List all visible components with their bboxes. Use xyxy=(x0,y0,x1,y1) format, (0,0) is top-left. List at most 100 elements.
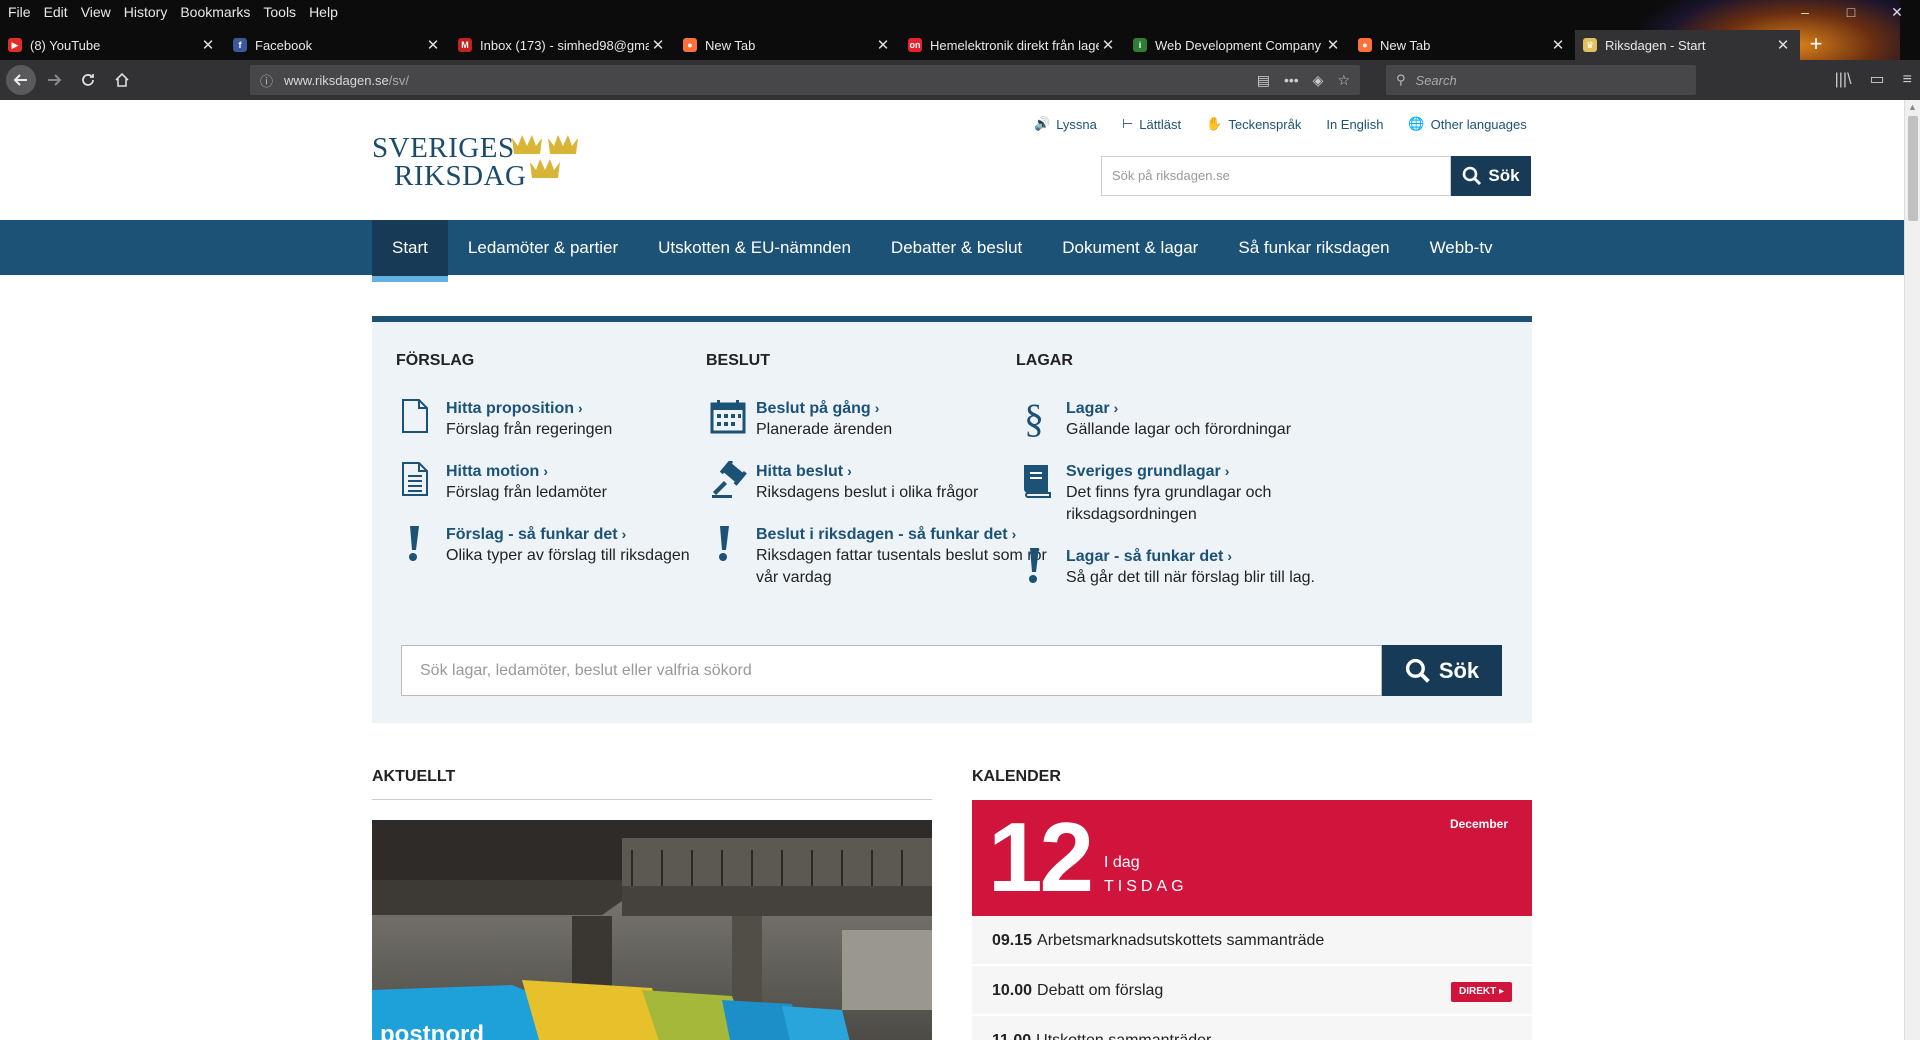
quick-link[interactable]: Sveriges grundlagar › xyxy=(1066,461,1376,482)
browser-tab[interactable]: ▶ (8) YouTube ✕ xyxy=(0,30,225,60)
quick-link-entry[interactable]: Beslut i riksdagen - så funkar det › Riksd… xyxy=(706,524,1066,589)
tab-strip: ▶ (8) YouTube ✕ f Facebook ✕ M Inbox (173) - si… xyxy=(0,30,1920,60)
event-title: Debatt om förslag xyxy=(1037,982,1164,999)
bookmark-star-icon[interactable]: ☆ xyxy=(1337,72,1350,89)
scrollbar-thumb[interactable] xyxy=(1908,116,1918,221)
menu-file[interactable]: File xyxy=(8,4,31,20)
nav-item[interactable]: Debatter & beslut xyxy=(871,220,1042,275)
tab-title: Hemelektronik direkt från lager xyxy=(930,37,1099,53)
pocket-icon[interactable]: ◈ xyxy=(1313,72,1324,89)
forward-button[interactable] xyxy=(38,64,70,96)
utility-link[interactable]: 🔊 Lyssna xyxy=(1034,116,1097,132)
scroll-up-arrow-icon[interactable]: ▲ xyxy=(1908,102,1917,112)
main-search-button[interactable]: Sök xyxy=(1382,645,1502,696)
page-scrollbar[interactable]: ▲ xyxy=(1904,100,1920,1040)
sidebar-icon[interactable]: ▭ xyxy=(1870,65,1885,95)
quick-link[interactable]: Lagar › xyxy=(1066,398,1376,419)
calendar-event[interactable]: 11.00 Utskotten sammanträder xyxy=(972,1016,1532,1040)
book-icon xyxy=(1020,461,1054,505)
utility-link[interactable]: In English xyxy=(1326,116,1383,132)
header-search-input[interactable]: Sök på riksdagen.se xyxy=(1101,156,1451,196)
tab-close-icon[interactable]: ✕ xyxy=(1099,36,1117,54)
quick-link-entry[interactable]: Hitta proposition › Förslag från regeringe… xyxy=(396,398,756,441)
forward-arrow-icon xyxy=(48,74,62,86)
nav-item[interactable]: Start xyxy=(372,220,448,282)
utility-link[interactable]: 🌐 Other languages xyxy=(1408,116,1526,132)
home-button[interactable] xyxy=(106,64,138,96)
tab-close-icon[interactable]: ✕ xyxy=(649,36,667,54)
browser-tab[interactable]: i Web Development Company - ✕ xyxy=(1125,30,1350,60)
menu-help[interactable]: Help xyxy=(309,4,338,20)
quick-link-entry[interactable]: Förslag - så funkar det › Olika typer av f… xyxy=(396,524,756,567)
close-window-button[interactable]: ✕ xyxy=(1874,0,1920,24)
utility-link-label: Other languages xyxy=(1430,116,1527,132)
page-actions-icon[interactable]: ••• xyxy=(1284,72,1299,89)
tab-favicon-icon: ♛ xyxy=(1583,38,1597,52)
url-bar[interactable]: ⓘ www.riksdagen.se/sv/ ▤ ••• ◈ ☆ xyxy=(250,65,1360,95)
utility-link-icon: 🌐 xyxy=(1408,116,1425,131)
maximize-button[interactable]: □ xyxy=(1828,0,1874,24)
back-button[interactable] xyxy=(6,65,36,95)
calendar-event[interactable]: 09.15 Arbetsmarknadsutskottets sammanträd… xyxy=(972,916,1532,965)
tab-close-icon[interactable]: ✕ xyxy=(424,36,442,54)
main-search-label: Sök xyxy=(1438,657,1480,683)
quick-link-entry[interactable]: § Lagar › Gällande lagar och förordningar xyxy=(1016,396,1376,441)
menu-history[interactable]: History xyxy=(124,4,168,20)
site-info-icon[interactable]: ⓘ xyxy=(260,71,284,90)
browser-tab[interactable]: ♛ Riksdagen - Start ✕ xyxy=(1575,30,1800,60)
window-controls: – □ ✕ xyxy=(1782,0,1920,24)
browser-tab[interactable]: f Facebook ✕ xyxy=(225,30,450,60)
menu-tools[interactable]: Tools xyxy=(263,4,296,20)
url-actions: ▤ ••• ◈ ☆ xyxy=(1257,72,1360,89)
tab-close-icon[interactable]: ✕ xyxy=(1774,36,1792,54)
browser-tab[interactable]: ● New Tab ✕ xyxy=(675,30,900,60)
news-image[interactable]: postnord xyxy=(372,820,932,1040)
postnord-text: postnord xyxy=(380,1021,484,1040)
utility-link[interactable]: ✋ Teckenspråk xyxy=(1206,116,1301,132)
tab-close-icon[interactable]: ✕ xyxy=(199,36,217,54)
utility-link-icon: 🔊 xyxy=(1034,116,1051,131)
browser-tab[interactable]: M Inbox (173) - simhed98@gmail. ✕ xyxy=(450,30,675,60)
calendar-event[interactable]: 10.00 Debatt om förslag DIREKT ▸ xyxy=(972,966,1532,1015)
header-search-button[interactable]: Sök xyxy=(1451,156,1531,196)
exclamation-icon xyxy=(1020,546,1054,590)
nav-item[interactable]: Ledamöter & partier xyxy=(448,220,638,275)
riksdagen-logo[interactable]: SVERIGES RIKSDAG xyxy=(372,130,582,192)
calendar-today[interactable]: 12 I dag TISDAG December xyxy=(972,800,1532,916)
search-placeholder: Search xyxy=(1415,72,1457,88)
quick-link-entry[interactable]: Hitta beslut › Riksdagens beslut i olika f… xyxy=(706,459,1066,504)
library-icon[interactable]: |||\ xyxy=(1835,65,1852,95)
nav-item[interactable]: Dokument & lagar xyxy=(1042,220,1218,275)
tab-favicon-icon: ● xyxy=(683,38,697,52)
browser-tab[interactable]: ● New Tab ✕ xyxy=(1350,30,1575,60)
nav-item[interactable]: Utskotten & EU-nämnden xyxy=(638,220,871,275)
search-icon xyxy=(1405,658,1430,683)
nav-item[interactable]: Webb-tv xyxy=(1410,220,1513,275)
reload-button[interactable] xyxy=(72,64,104,96)
tab-close-icon[interactable]: ✕ xyxy=(1549,36,1567,54)
browser-search-bar[interactable]: ⚲ Search xyxy=(1386,65,1696,95)
url-text[interactable]: www.riksdagen.se/sv/ xyxy=(284,73,1257,88)
minimize-button[interactable]: – xyxy=(1782,0,1828,24)
tab-close-icon[interactable]: ✕ xyxy=(1324,36,1342,54)
quick-link-entry[interactable]: Lagar - så funkar det › Så går det till nä… xyxy=(1016,546,1376,589)
main-search-input[interactable]: Sök lagar, ledamöter, beslut eller valfr… xyxy=(401,645,1382,696)
live-badge[interactable]: DIREKT ▸ xyxy=(1450,982,1512,1002)
hamburger-menu-icon[interactable]: ≡ xyxy=(1903,65,1912,95)
column-heading: BESLUT xyxy=(706,352,770,369)
utility-link-icon: ✋ xyxy=(1206,116,1223,131)
utility-link[interactable]: ⊢ Lättläst xyxy=(1122,116,1181,132)
new-tab-button[interactable]: + xyxy=(1800,30,1832,60)
quick-link-entry[interactable]: Hitta motion › Förslag från ledamöter xyxy=(396,461,756,504)
utility-link-label: In English xyxy=(1326,116,1384,132)
nav-item[interactable]: Så funkar riksdagen xyxy=(1218,220,1409,275)
quick-link-entry[interactable]: Sveriges grundlagar › Det finns fyra grund… xyxy=(1016,461,1376,526)
tab-close-icon[interactable]: ✕ xyxy=(874,36,892,54)
quick-link[interactable]: Lagar - så funkar det › xyxy=(1066,546,1376,567)
menu-edit[interactable]: Edit xyxy=(44,4,68,20)
menu-view[interactable]: View xyxy=(81,4,111,20)
quick-link-entry[interactable]: Beslut på gång › Planerade ärenden xyxy=(706,398,1066,441)
menu-bookmarks[interactable]: Bookmarks xyxy=(180,4,250,20)
browser-tab[interactable]: on Hemelektronik direkt från lager ✕ xyxy=(900,30,1125,60)
reader-view-icon[interactable]: ▤ xyxy=(1257,72,1270,89)
